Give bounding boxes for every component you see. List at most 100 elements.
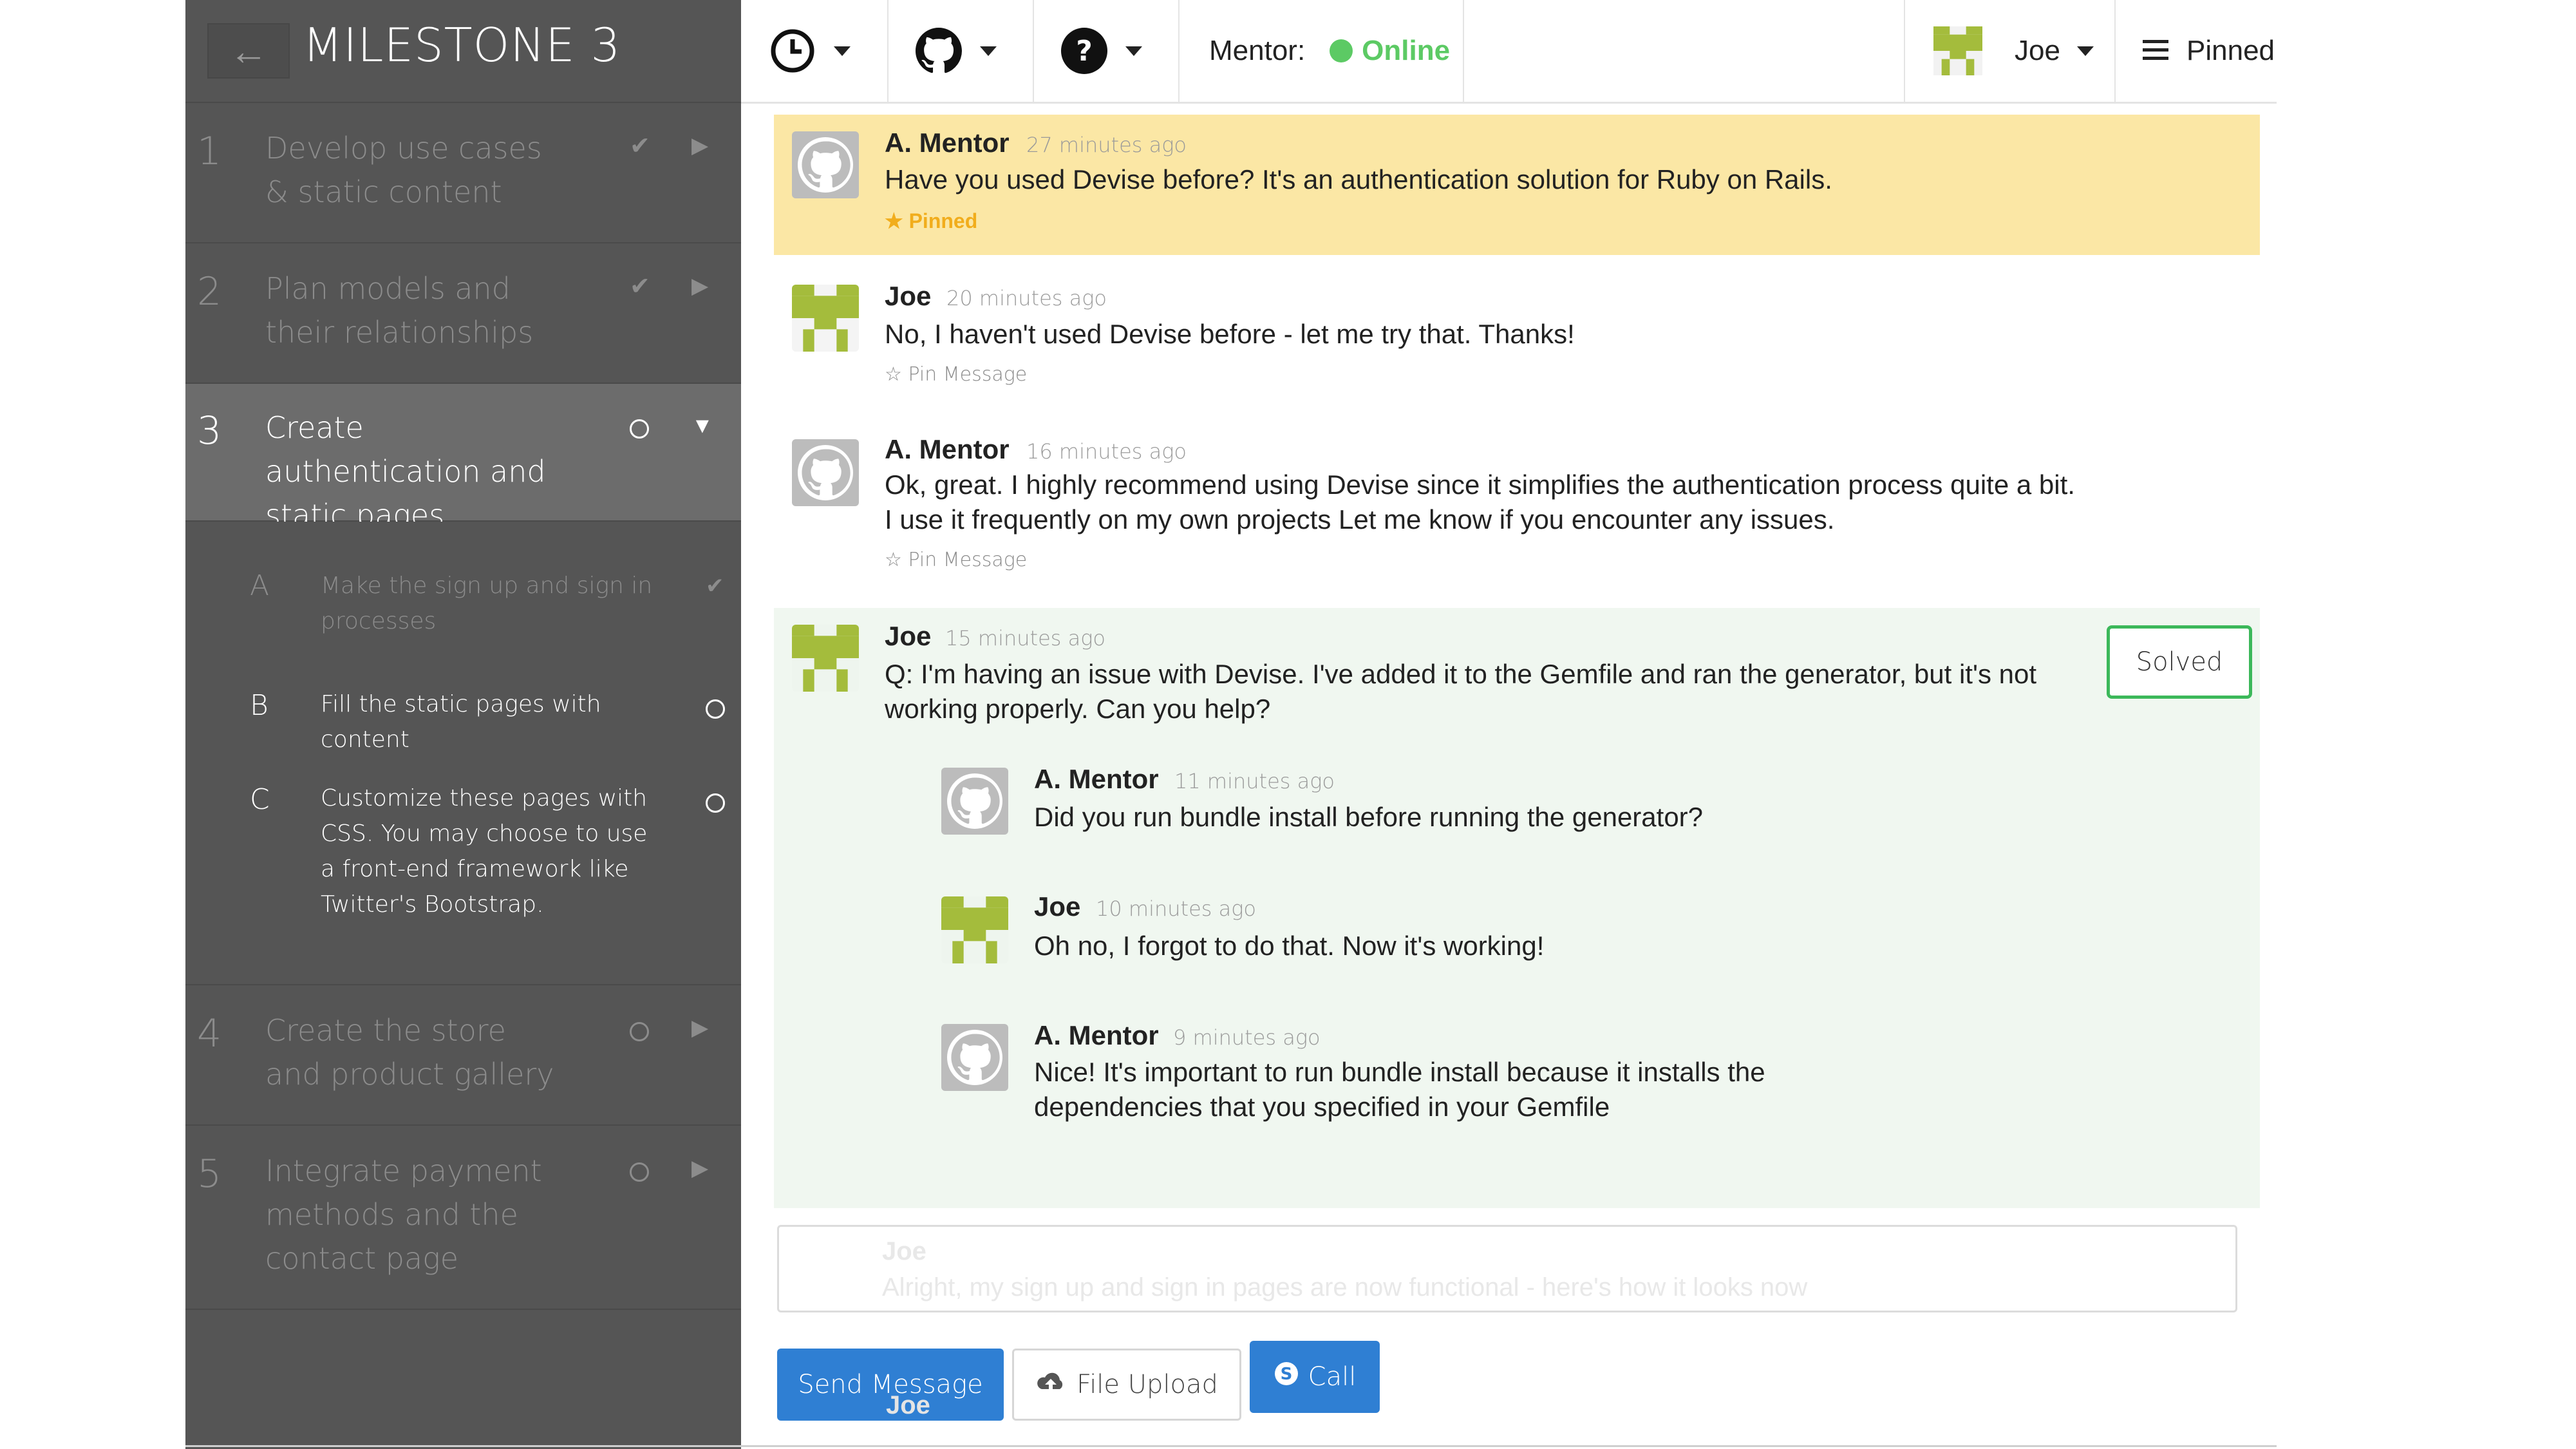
user-menu[interactable]: Joe — [1904, 0, 2116, 102]
file-upload-button[interactable]: File Upload — [1012, 1349, 1241, 1421]
message-body-line: I use it frequently on my own projects L… — [885, 504, 1835, 535]
message-body-line: working properly. Can you help? — [885, 694, 1271, 724]
mentor-label: Mentor: — [1209, 35, 1306, 66]
substep-letter: C — [250, 783, 270, 816]
avatar — [792, 625, 859, 692]
chevron-right-icon[interactable]: ▶ — [691, 133, 708, 158]
avatar — [792, 439, 859, 506]
reply-time: 11 minutes ago — [1174, 769, 1335, 793]
message-time: 20 minutes ago — [946, 286, 1107, 310]
step-number: 2 — [197, 269, 222, 314]
help-menu[interactable]: ? — [1034, 0, 1180, 102]
svg-text:S: S — [1280, 1365, 1292, 1384]
sidebar-header: ← MILESTONE 3 — [185, 0, 741, 103]
reply-body: Oh no, I forgot to do that. Now it's wor… — [1034, 931, 1545, 961]
hamburger-menu-icon — [2143, 39, 2168, 64]
github-menu[interactable] — [888, 0, 1034, 102]
solved-button[interactable]: Solved — [2107, 625, 2252, 699]
message-author: A. Mentor — [885, 128, 1010, 158]
reply-time: 10 minutes ago — [1096, 896, 1256, 921]
mentor-status: Mentor: Online — [1180, 0, 1464, 102]
step-number: 4 — [197, 1011, 222, 1056]
message-time: 15 minutes ago — [945, 626, 1105, 650]
caret-down-icon — [2076, 46, 2094, 56]
substep-letter: A — [250, 569, 270, 602]
pinned-badge-label: Pinned — [908, 209, 978, 232]
github-icon — [798, 137, 853, 193]
step-5[interactable]: 5 Integrate payment methods and the cont… — [185, 1126, 741, 1310]
star-outline-icon: ☆ — [885, 363, 902, 386]
reply-body-line: dependencies that you specified in your … — [1034, 1092, 1610, 1122]
pin-message-button[interactable]: ☆ Pin Message — [885, 363, 1027, 386]
message-body: Have you used Devise before? It's an aut… — [885, 164, 1832, 194]
github-icon — [947, 773, 1002, 829]
message-author: Joe — [885, 281, 932, 311]
message-author: A. Mentor — [885, 434, 1010, 464]
reply-author: A. Mentor — [1034, 1020, 1159, 1050]
top-bar: ? Mentor: Online Joe Pinned — [741, 0, 2277, 104]
avatar — [1933, 26, 1982, 75]
chevron-right-icon[interactable]: ▶ — [691, 1155, 708, 1181]
github-icon — [947, 1030, 1002, 1085]
message-body: No, I haven't used Devise before - let m… — [885, 319, 1575, 349]
substep-text: Make the sign up and sign in processes — [321, 573, 653, 634]
reply-time: 9 minutes ago — [1173, 1025, 1321, 1050]
incomplete-circle-icon — [630, 417, 649, 445]
message-pinned: A. Mentor 27 minutes ago Have you used D… — [774, 115, 2260, 255]
pin-message-button[interactable]: ☆ Pin Message — [885, 549, 1027, 571]
caret-down-icon — [980, 46, 997, 56]
pinned-toggle[interactable]: Pinned — [2116, 0, 2277, 102]
ghost-author-below: Joe — [886, 1391, 930, 1419]
message: A. Mentor 16 minutes ago Ok, great. I hi… — [774, 422, 2260, 596]
call-button[interactable]: S Call — [1250, 1341, 1380, 1413]
pin-message-label: Pin Message — [908, 549, 1028, 571]
question-thread: Joe 15 minutes ago Q: I'm having an issu… — [774, 608, 2260, 1208]
reply-body-line: Nice! It's important to run bundle insta… — [1034, 1057, 1765, 1087]
cloud-upload-icon — [1035, 1370, 1066, 1399]
milestone-sidebar: ← MILESTONE 3 1 Develop use cases & stat… — [185, 0, 741, 1449]
call-label: Call — [1308, 1362, 1357, 1392]
step-label: Develop use cases & static content — [265, 131, 542, 209]
back-button[interactable]: ← — [207, 23, 290, 79]
check-icon: ✔ — [630, 133, 650, 160]
help-icon: ? — [1060, 26, 1109, 75]
step-label: Plan models and their relationships — [265, 271, 534, 350]
skype-icon: S — [1274, 1361, 1299, 1393]
chevron-right-icon[interactable]: ▶ — [691, 1015, 708, 1041]
step-number: 3 — [197, 408, 222, 453]
step-label: Create authentication and static pages — [265, 410, 546, 533]
step-2[interactable]: 2 Plan models and their relationships ✔ … — [185, 243, 741, 384]
avatar — [941, 1024, 1008, 1091]
history-menu[interactable] — [741, 0, 888, 102]
message-time: 27 minutes ago — [1026, 133, 1187, 157]
step-label: Create the store and product gallery — [265, 1013, 554, 1092]
star-outline-icon: ☆ — [885, 549, 902, 571]
message-body-line: Ok, great. I highly recommend using Devi… — [885, 469, 2075, 500]
step-3[interactable]: 3 Create authentication and static pages… — [185, 384, 741, 533]
github-icon — [914, 26, 963, 75]
check-icon: ✔ — [630, 273, 650, 300]
caret-down-icon — [834, 46, 851, 56]
incomplete-circle-icon — [630, 1160, 649, 1188]
pin-message-label: Pin Message — [908, 363, 1028, 386]
step-4[interactable]: 4 Create the store and product gallery ▶ — [185, 985, 741, 1126]
star-icon: ★ — [885, 209, 903, 232]
check-icon: ✔ — [706, 574, 724, 598]
message-input[interactable]: Joe Alright, my sign up and sign in page… — [777, 1225, 2237, 1312]
avatar — [792, 285, 859, 352]
user-name: Joe — [2015, 35, 2060, 66]
milestone-title: MILESTONE 3 — [303, 18, 621, 72]
message-time: 16 minutes ago — [1026, 439, 1187, 464]
reply-author: Joe — [1034, 891, 1081, 922]
back-arrow-icon: ← — [229, 29, 268, 73]
chevron-right-icon[interactable]: ▶ — [691, 273, 708, 299]
chevron-down-icon[interactable]: ▼ — [691, 413, 713, 439]
composer-ghost-text: Alright, my sign up and sign in pages ar… — [882, 1273, 1808, 1302]
step-number: 1 — [197, 129, 222, 174]
step-label: Integrate payment methods and the contac… — [265, 1153, 542, 1276]
incomplete-circle-icon — [630, 1020, 649, 1048]
step-1[interactable]: 1 Develop use cases & static content ✔ ▶ — [185, 103, 741, 243]
substep-text: Fill the static pages with content — [321, 691, 601, 753]
online-status-dot-icon — [1330, 39, 1353, 62]
message-body-line: Q: I'm having an issue with Devise. I've… — [885, 659, 2037, 689]
